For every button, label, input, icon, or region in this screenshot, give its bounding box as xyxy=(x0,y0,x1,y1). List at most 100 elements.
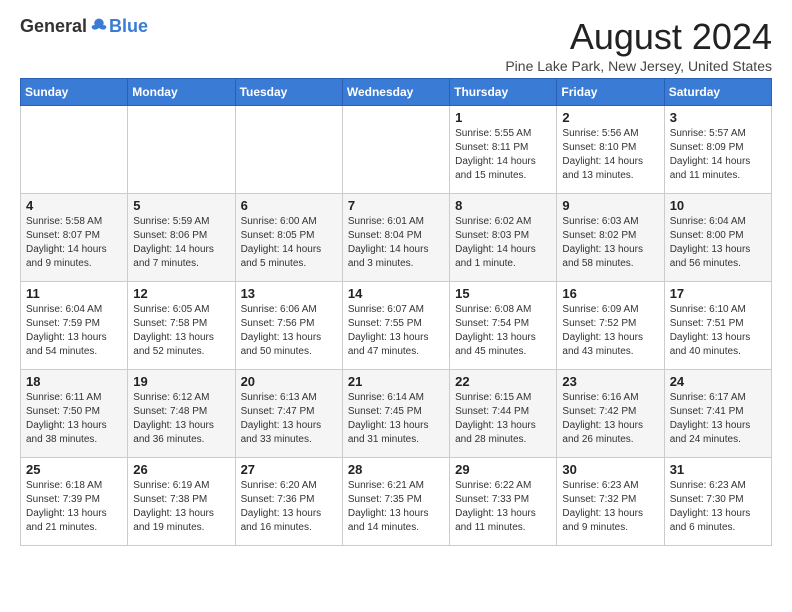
calendar-cell: 31 Sunrise: 6:23 AM Sunset: 7:30 PM Dayli… xyxy=(664,458,771,546)
day-number: 29 xyxy=(455,462,551,477)
column-header-saturday: Saturday xyxy=(664,79,771,106)
logo-general-text: General xyxy=(20,16,87,37)
cell-info: Sunrise: 6:06 AM Sunset: 7:56 PM Dayligh… xyxy=(241,303,337,359)
calendar-cell: 9Sunrise: 6:03 AM Sunset: 8:02 PM Daylig… xyxy=(557,194,664,282)
day-number: 23 xyxy=(562,374,658,389)
calendar-cell: 6Sunrise: 6:00 AM Sunset: 8:05 PM Daylig… xyxy=(235,194,342,282)
cell-info: Sunrise: 5:59 AM Sunset: 8:06 PM Dayligh… xyxy=(133,215,229,271)
day-number: 22 xyxy=(455,374,551,389)
cell-info: Sunrise: 6:14 AM Sunset: 7:45 PM Dayligh… xyxy=(348,391,444,447)
cell-info: Sunrise: 6:15 AM Sunset: 7:44 PM Dayligh… xyxy=(455,391,551,447)
calendar-cell: 5 Sunrise: 5:59 AM Sunset: 8:06 PM Daylig… xyxy=(128,194,235,282)
day-number: 28 xyxy=(348,462,444,477)
day-number: 27 xyxy=(241,462,337,477)
calendar-cell: 19 Sunrise: 6:12 AM Sunset: 7:48 PM Dayli… xyxy=(128,370,235,458)
calendar-cell: 17 Sunrise: 6:10 AM Sunset: 7:51 PM Dayli… xyxy=(664,282,771,370)
day-number: 10 xyxy=(670,198,766,213)
cell-info: Sunrise: 6:16 AM Sunset: 7:42 PM Dayligh… xyxy=(562,391,658,447)
cell-info: Sunrise: 6:12 AM Sunset: 7:48 PM Dayligh… xyxy=(133,391,229,447)
cell-info: Sunrise: 6:05 AM Sunset: 7:58 PM Dayligh… xyxy=(133,303,229,359)
day-number: 5 xyxy=(133,198,229,213)
calendar-cell: 13 Sunrise: 6:06 AM Sunset: 7:56 PM Dayli… xyxy=(235,282,342,370)
cell-info: Sunrise: 5:57 AM Sunset: 8:09 PM Dayligh… xyxy=(670,127,766,183)
logo-blue-text: Blue xyxy=(109,16,148,37)
calendar-body: 1 Sunrise: 5:55 AM Sunset: 8:11 PM Daylig… xyxy=(21,106,772,546)
calendar-cell: 25 Sunrise: 6:18 AM Sunset: 7:39 PM Dayli… xyxy=(21,458,128,546)
calendar-cell: 4 Sunrise: 5:58 AM Sunset: 8:07 PM Daylig… xyxy=(21,194,128,282)
day-number: 7 xyxy=(348,198,444,213)
calendar-cell: 30Sunrise: 6:23 AM Sunset: 7:32 PM Dayli… xyxy=(557,458,664,546)
day-number: 8 xyxy=(455,198,551,213)
calendar-cell: 10 Sunrise: 6:04 AM Sunset: 8:00 PM Dayli… xyxy=(664,194,771,282)
day-number: 9 xyxy=(562,198,658,213)
calendar-week-4: 18 Sunrise: 6:11 AM Sunset: 7:50 PM Dayli… xyxy=(21,370,772,458)
page-header: General Blue August 2024 Pine Lake Park,… xyxy=(20,16,772,74)
cell-info: Sunrise: 6:02 AM Sunset: 8:03 PM Dayligh… xyxy=(455,215,551,271)
day-number: 31 xyxy=(670,462,766,477)
cell-info: Sunrise: 6:21 AM Sunset: 7:35 PM Dayligh… xyxy=(348,479,444,535)
calendar-week-2: 4 Sunrise: 5:58 AM Sunset: 8:07 PM Daylig… xyxy=(21,194,772,282)
cell-info: Sunrise: 6:18 AM Sunset: 7:39 PM Dayligh… xyxy=(26,479,122,535)
cell-info: Sunrise: 6:08 AM Sunset: 7:54 PM Dayligh… xyxy=(455,303,551,359)
day-number: 1 xyxy=(455,110,551,125)
calendar-cell: 21 Sunrise: 6:14 AM Sunset: 7:45 PM Dayli… xyxy=(342,370,449,458)
cell-info: Sunrise: 5:55 AM Sunset: 8:11 PM Dayligh… xyxy=(455,127,551,183)
cell-info: Sunrise: 5:56 AM Sunset: 8:10 PM Dayligh… xyxy=(562,127,658,183)
cell-info: Sunrise: 6:09 AM Sunset: 7:52 PM Dayligh… xyxy=(562,303,658,359)
calendar-cell: 12 Sunrise: 6:05 AM Sunset: 7:58 PM Dayli… xyxy=(128,282,235,370)
calendar-cell: 18 Sunrise: 6:11 AM Sunset: 7:50 PM Dayli… xyxy=(21,370,128,458)
month-title: August 2024 xyxy=(505,16,772,58)
cell-info: Sunrise: 6:23 AM Sunset: 7:30 PM Dayligh… xyxy=(670,479,766,535)
calendar-cell: 23 Sunrise: 6:16 AM Sunset: 7:42 PM Dayli… xyxy=(557,370,664,458)
cell-info: Sunrise: 6:07 AM Sunset: 7:55 PM Dayligh… xyxy=(348,303,444,359)
column-header-thursday: Thursday xyxy=(450,79,557,106)
calendar-cell: 15 Sunrise: 6:08 AM Sunset: 7:54 PM Dayli… xyxy=(450,282,557,370)
logo-bird-icon xyxy=(89,17,109,37)
day-number: 12 xyxy=(133,286,229,301)
title-section: August 2024 Pine Lake Park, New Jersey, … xyxy=(505,16,772,74)
cell-info: Sunrise: 6:04 AM Sunset: 7:59 PM Dayligh… xyxy=(26,303,122,359)
day-number: 21 xyxy=(348,374,444,389)
calendar-cell xyxy=(21,106,128,194)
cell-info: Sunrise: 5:58 AM Sunset: 8:07 PM Dayligh… xyxy=(26,215,122,271)
day-number: 2 xyxy=(562,110,658,125)
cell-info: Sunrise: 6:10 AM Sunset: 7:51 PM Dayligh… xyxy=(670,303,766,359)
column-header-monday: Monday xyxy=(128,79,235,106)
cell-info: Sunrise: 6:01 AM Sunset: 8:04 PM Dayligh… xyxy=(348,215,444,271)
day-number: 17 xyxy=(670,286,766,301)
day-number: 25 xyxy=(26,462,122,477)
calendar-cell: 14Sunrise: 6:07 AM Sunset: 7:55 PM Dayli… xyxy=(342,282,449,370)
location-text: Pine Lake Park, New Jersey, United State… xyxy=(505,58,772,74)
cell-info: Sunrise: 6:17 AM Sunset: 7:41 PM Dayligh… xyxy=(670,391,766,447)
day-number: 4 xyxy=(26,198,122,213)
day-number: 13 xyxy=(241,286,337,301)
cell-info: Sunrise: 6:11 AM Sunset: 7:50 PM Dayligh… xyxy=(26,391,122,447)
calendar-cell: 16Sunrise: 6:09 AM Sunset: 7:52 PM Dayli… xyxy=(557,282,664,370)
calendar-cell: 22 Sunrise: 6:15 AM Sunset: 7:44 PM Dayli… xyxy=(450,370,557,458)
day-number: 19 xyxy=(133,374,229,389)
cell-info: Sunrise: 6:20 AM Sunset: 7:36 PM Dayligh… xyxy=(241,479,337,535)
day-number: 30 xyxy=(562,462,658,477)
column-header-sunday: Sunday xyxy=(21,79,128,106)
calendar-cell: 1 Sunrise: 5:55 AM Sunset: 8:11 PM Daylig… xyxy=(450,106,557,194)
column-header-wednesday: Wednesday xyxy=(342,79,449,106)
calendar-cell: 2 Sunrise: 5:56 AM Sunset: 8:10 PM Daylig… xyxy=(557,106,664,194)
calendar-week-1: 1 Sunrise: 5:55 AM Sunset: 8:11 PM Daylig… xyxy=(21,106,772,194)
calendar-cell: 20Sunrise: 6:13 AM Sunset: 7:47 PM Dayli… xyxy=(235,370,342,458)
cell-info: Sunrise: 6:00 AM Sunset: 8:05 PM Dayligh… xyxy=(241,215,337,271)
calendar-cell: 26Sunrise: 6:19 AM Sunset: 7:38 PM Dayli… xyxy=(128,458,235,546)
cell-info: Sunrise: 6:04 AM Sunset: 8:00 PM Dayligh… xyxy=(670,215,766,271)
cell-info: Sunrise: 6:13 AM Sunset: 7:47 PM Dayligh… xyxy=(241,391,337,447)
calendar-cell: 11Sunrise: 6:04 AM Sunset: 7:59 PM Dayli… xyxy=(21,282,128,370)
cell-info: Sunrise: 6:22 AM Sunset: 7:33 PM Dayligh… xyxy=(455,479,551,535)
calendar-cell: 3 Sunrise: 5:57 AM Sunset: 8:09 PM Daylig… xyxy=(664,106,771,194)
calendar-table: SundayMondayTuesdayWednesdayThursdayFrid… xyxy=(20,78,772,546)
day-number: 18 xyxy=(26,374,122,389)
logo: General Blue xyxy=(20,16,148,37)
column-header-tuesday: Tuesday xyxy=(235,79,342,106)
calendar-week-3: 11Sunrise: 6:04 AM Sunset: 7:59 PM Dayli… xyxy=(21,282,772,370)
column-header-friday: Friday xyxy=(557,79,664,106)
day-number: 3 xyxy=(670,110,766,125)
day-number: 15 xyxy=(455,286,551,301)
calendar-cell xyxy=(342,106,449,194)
